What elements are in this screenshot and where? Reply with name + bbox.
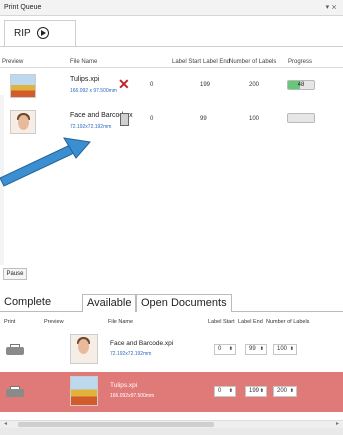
divider <box>0 46 343 47</box>
panel-edge <box>0 95 4 265</box>
file-size: 166.092 x 97.500mm <box>70 88 117 94</box>
col-progress: Progress <box>288 59 313 65</box>
preview-thumbnail <box>10 110 36 134</box>
col-preview: Preview <box>44 319 64 325</box>
preview-thumbnail <box>70 334 98 364</box>
spinner-value: 99 <box>249 346 256 352</box>
spinner-value: 0 <box>218 388 222 394</box>
frame-bottom <box>0 428 343 435</box>
queue-row[interactable]: Face and Barcode.x 72.192x72.192mm 0 99 … <box>0 108 343 148</box>
play-icon[interactable] <box>36 27 49 39</box>
preview-thumbnail <box>70 376 98 406</box>
panel-title-bar: Print Queue ▾ ⨯ <box>0 0 343 16</box>
label-end-spinner[interactable]: 99 ⬍ <box>245 344 267 355</box>
file-name: Tulips.xpi <box>110 382 138 389</box>
document-row[interactable]: Face and Barcode.xpi 72.192x72.192mm 0 ⬍ … <box>0 330 343 370</box>
col-number-of-labels: Number of Labels <box>266 319 310 325</box>
col-label-start: Label Start <box>172 59 202 65</box>
documents-header: Print Preview File Name Label Start Labe… <box>0 318 343 328</box>
scroll-right-icon[interactable]: ▸ <box>336 420 339 427</box>
label-end: 99 <box>200 116 207 122</box>
queue-row[interactable]: Tulips.xpi 166.092 x 97.500mm ✕ 0 199 20… <box>0 70 343 110</box>
pin-icon[interactable]: ▾ ⨯ <box>326 0 337 16</box>
spinner-value: 100 <box>277 346 288 352</box>
label-count-spinner[interactable]: 100 ⬍ <box>273 344 297 355</box>
spinner-value: 0 <box>218 346 222 352</box>
rip-control[interactable]: RIP <box>14 24 49 42</box>
spinner-value: 199 <box>249 388 260 394</box>
file-size: 72.192x72.192mm <box>70 124 112 130</box>
printer-icon[interactable] <box>6 344 24 357</box>
printer-icon[interactable] <box>6 386 24 399</box>
col-print: Print <box>4 319 16 325</box>
col-label-start: Label Start <box>208 319 235 325</box>
scrollbar-thumb[interactable] <box>18 422 214 427</box>
label-count: 200 <box>249 82 260 88</box>
col-preview: Preview <box>2 59 24 65</box>
document-row-selected[interactable]: Tulips.xpi 166.092x97.500mm 0 ⬍ 199 ⬍ 200 ⬍ <box>0 372 343 412</box>
col-file-name: File Name <box>70 59 98 65</box>
progress-text <box>288 114 314 122</box>
pause-button[interactable]: Pause <box>3 268 27 280</box>
file-size: 72.192x72.192mm <box>110 351 152 357</box>
col-file-name: File Name <box>108 319 134 325</box>
file-size: 166.092x97.500mm <box>110 393 155 399</box>
tab-complete[interactable]: Complete <box>0 294 55 312</box>
panel-title: Print Queue <box>4 4 42 11</box>
label-start: 0 <box>150 82 154 88</box>
col-label-end: Label End <box>203 59 231 65</box>
horizontal-scrollbar[interactable]: ◂ ▸ <box>0 420 343 428</box>
label-start-spinner[interactable]: 0 ⬍ <box>214 386 236 397</box>
tab-available[interactable]: Available <box>82 294 137 312</box>
scroll-left-icon[interactable]: ◂ <box>4 420 7 427</box>
document-tabs: Complete Available Open Documents <box>0 294 343 312</box>
spinner-value: 200 <box>277 388 288 394</box>
label-count-spinner[interactable]: 200 ⬍ <box>273 386 297 397</box>
cancel-x-icon[interactable]: ✕ <box>118 76 130 93</box>
preview-thumbnail <box>10 74 36 98</box>
progress-bar <box>287 113 315 123</box>
label-end: 199 <box>200 82 211 88</box>
queue-header: Preview File Name Label Start Label End … <box>0 56 343 68</box>
progress-bar: 48 <box>287 80 315 90</box>
trash-icon[interactable] <box>120 113 129 126</box>
file-name: Tulips.xpi <box>70 76 100 83</box>
progress-text: 48 <box>297 82 305 88</box>
col-number-of-labels: Number of Labels <box>229 59 277 65</box>
label-count: 100 <box>249 116 260 122</box>
label-end-spinner[interactable]: 199 ⬍ <box>245 386 267 397</box>
file-name: Face and Barcode.xpi <box>110 340 174 347</box>
col-label-end: Label End <box>238 319 263 325</box>
tab-open-documents[interactable]: Open Documents <box>136 294 232 312</box>
label-start: 0 <box>150 116 154 122</box>
rip-label: RIP <box>14 27 31 39</box>
label-start-spinner[interactable]: 0 ⬍ <box>214 344 236 355</box>
